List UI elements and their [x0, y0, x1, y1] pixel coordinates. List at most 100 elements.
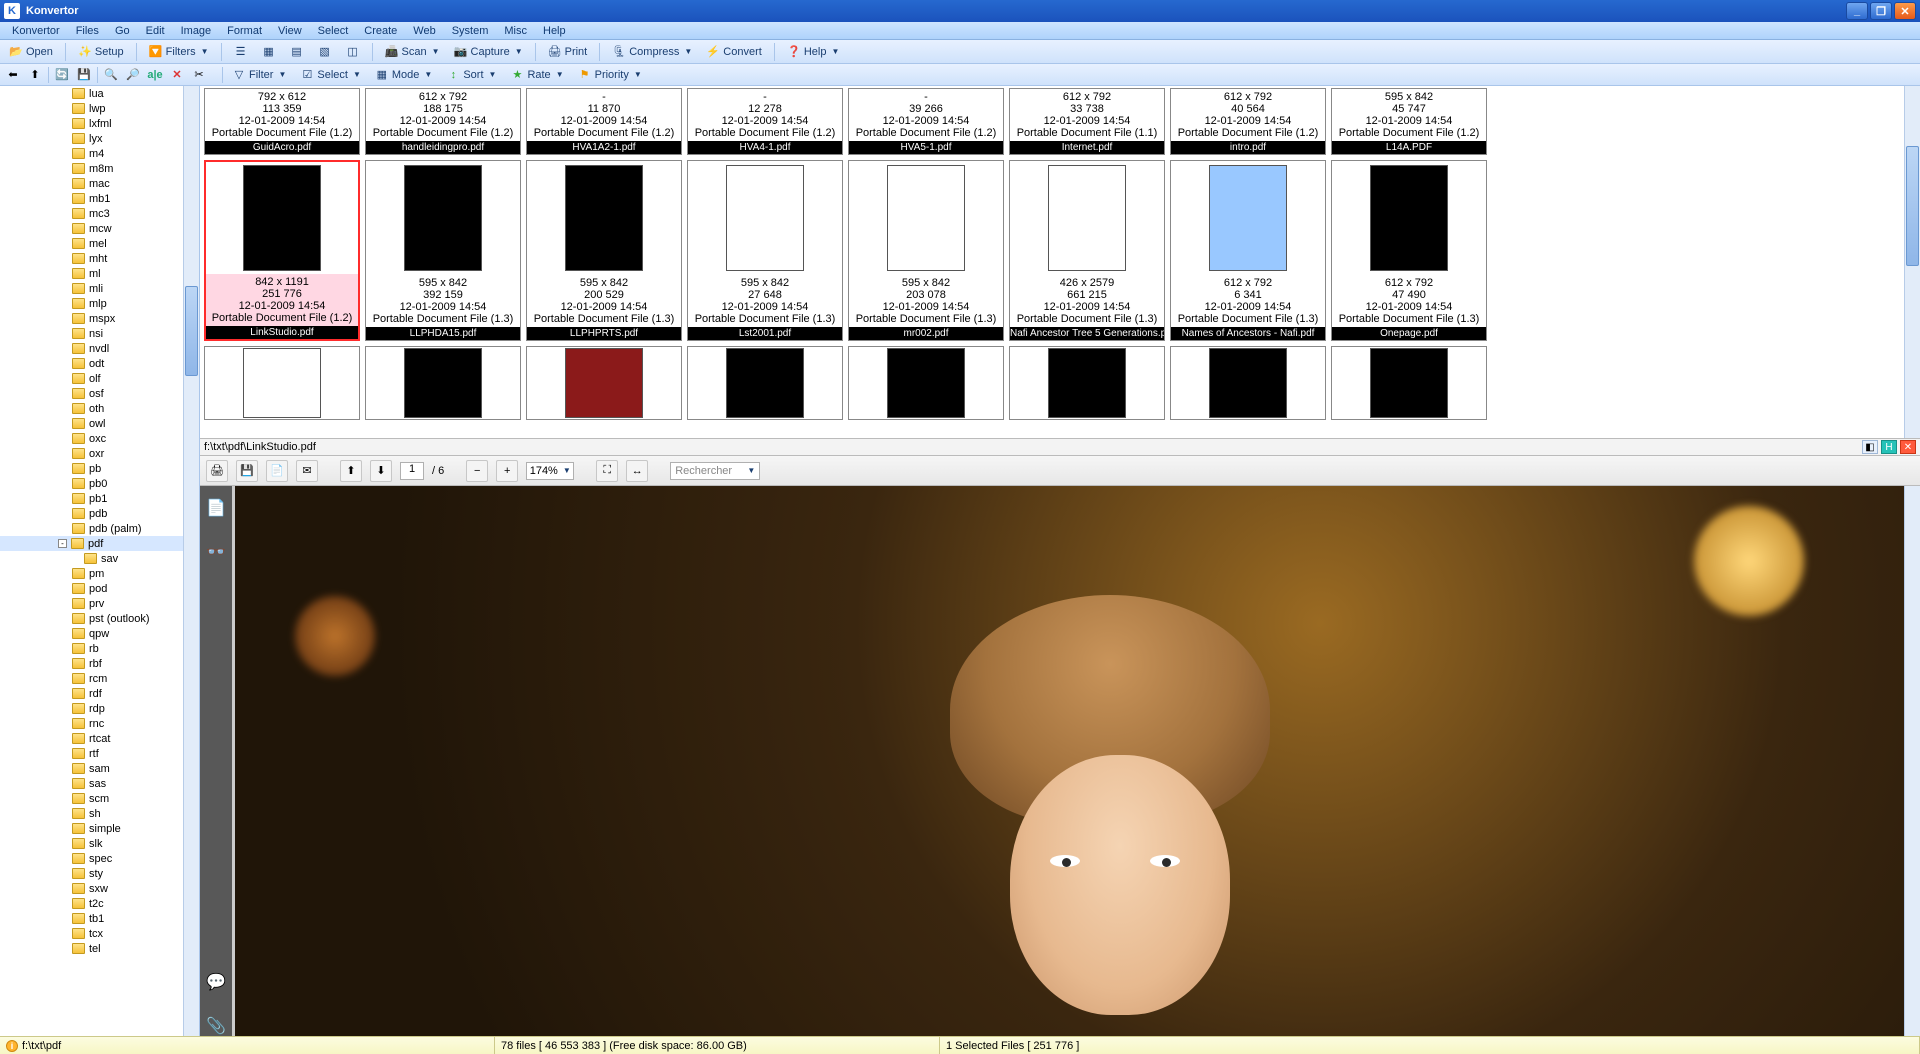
tree-item[interactable]: osf: [0, 386, 199, 401]
tree-item[interactable]: lwp: [0, 101, 199, 116]
tree-item[interactable]: mc3: [0, 206, 199, 221]
tree-item[interactable]: mlp: [0, 296, 199, 311]
sort-button[interactable]: ↕Sort▼: [441, 67, 501, 83]
tree-item[interactable]: pb0: [0, 476, 199, 491]
menu-create[interactable]: Create: [356, 24, 405, 38]
tree-item[interactable]: pb1: [0, 491, 199, 506]
tree-item[interactable]: prv: [0, 596, 199, 611]
thumbnail-card[interactable]: 842 x 1191251 77612-01-2009 14:54Portabl…: [204, 160, 360, 341]
tree-item[interactable]: sav: [0, 551, 199, 566]
priority-button[interactable]: ⚑Priority▼: [573, 67, 647, 83]
tree-item[interactable]: qpw: [0, 626, 199, 641]
pdf-page-view[interactable]: [235, 486, 1904, 1036]
thumbnail-card[interactable]: 595 x 842203 07812-01-2009 14:54Portable…: [848, 160, 1004, 341]
tree-item[interactable]: sas: [0, 776, 199, 791]
menu-image[interactable]: Image: [173, 24, 220, 38]
menu-format[interactable]: Format: [219, 24, 270, 38]
thumbnail-card[interactable]: [848, 346, 1004, 420]
tree-item[interactable]: pdb (palm): [0, 521, 199, 536]
tree-item[interactable]: tel: [0, 941, 199, 956]
dock-button[interactable]: ◧: [1862, 440, 1878, 454]
minimize-button[interactable]: _: [1846, 2, 1868, 20]
pdf-prev-button[interactable]: ⬆: [340, 460, 362, 482]
tree-item[interactable]: mli: [0, 281, 199, 296]
thumbnail-card[interactable]: 612 x 79240 56412-01-2009 14:54Portable …: [1170, 88, 1326, 155]
tree-item[interactable]: simple: [0, 821, 199, 836]
tree-item[interactable]: oth: [0, 401, 199, 416]
thumbnail-card[interactable]: [365, 346, 521, 420]
save-view-button[interactable]: H: [1881, 440, 1897, 454]
scan-button[interactable]: 📠Scan▼: [380, 44, 445, 60]
thumbnail-card[interactable]: [1170, 346, 1326, 420]
thumbnail-card[interactable]: 612 x 7926 34112-01-2009 14:54Portable D…: [1170, 160, 1326, 341]
view-list-button[interactable]: ☰: [229, 44, 253, 60]
tree-item[interactable]: oxr: [0, 446, 199, 461]
thumbnail-card[interactable]: -39 26612-01-2009 14:54Portable Document…: [848, 88, 1004, 155]
menu-misc[interactable]: Misc: [496, 24, 535, 38]
tree-item[interactable]: m8m: [0, 161, 199, 176]
close-panel-button[interactable]: ✕: [1900, 440, 1916, 454]
tree-item[interactable]: tb1: [0, 911, 199, 926]
menu-web[interactable]: Web: [405, 24, 443, 38]
pdf-print-button[interactable]: 🖨: [206, 460, 228, 482]
attachment-icon[interactable]: 📎: [206, 1016, 226, 1036]
pdf-zoom-select[interactable]: 174%▼: [526, 462, 574, 480]
tree-item[interactable]: odt: [0, 356, 199, 371]
pages-panel-icon[interactable]: 📄: [206, 498, 226, 518]
tree-scrollbar[interactable]: [183, 86, 199, 1036]
tree-item[interactable]: m4: [0, 146, 199, 161]
pdf-next-button[interactable]: ⬇: [370, 460, 392, 482]
tree-item[interactable]: oxc: [0, 431, 199, 446]
pdf-email-button[interactable]: ✉: [296, 460, 318, 482]
maximize-button[interactable]: ❐: [1870, 2, 1892, 20]
menu-edit[interactable]: Edit: [138, 24, 173, 38]
tree-item[interactable]: lxfml: [0, 116, 199, 131]
thumbnail-card[interactable]: 426 x 2579661 21512-01-2009 14:54Portabl…: [1009, 160, 1165, 341]
menu-files[interactable]: Files: [68, 24, 107, 38]
thumbnail-card[interactable]: [204, 346, 360, 420]
tree-item[interactable]: sty: [0, 866, 199, 881]
select-button[interactable]: ☑Select▼: [295, 67, 366, 83]
tree-item[interactable]: pm: [0, 566, 199, 581]
tree-item[interactable]: slk: [0, 836, 199, 851]
tree-item[interactable]: mb1: [0, 191, 199, 206]
tree-item[interactable]: ml: [0, 266, 199, 281]
nav-back-icon[interactable]: ⬅: [4, 67, 22, 83]
menu-system[interactable]: System: [444, 24, 497, 38]
close-button[interactable]: ✕: [1894, 2, 1916, 20]
filter-button[interactable]: ▽Filter▼: [227, 67, 291, 83]
tree-item[interactable]: mcw: [0, 221, 199, 236]
capture-button[interactable]: 📷Capture▼: [449, 44, 528, 60]
delete-icon[interactable]: ✕: [168, 67, 186, 83]
tree-item[interactable]: olf: [0, 371, 199, 386]
tree-item[interactable]: lua: [0, 86, 199, 101]
thumbnail-card[interactable]: 612 x 792188 17512-01-2009 14:54Portable…: [365, 88, 521, 155]
scrollbar-thumb[interactable]: [1906, 146, 1919, 266]
pdf-zoom-in-button[interactable]: +: [496, 460, 518, 482]
refresh-icon[interactable]: 🔄: [53, 67, 71, 83]
pdf-fitpage-button[interactable]: ⛶: [596, 460, 618, 482]
zoom-out-icon[interactable]: 🔎: [124, 67, 142, 83]
collapse-icon[interactable]: -: [58, 539, 67, 548]
filters-button[interactable]: 🔽Filters▼: [144, 44, 214, 60]
convert-button[interactable]: ⚡Convert: [701, 44, 767, 60]
menu-help[interactable]: Help: [535, 24, 574, 38]
floppy-icon[interactable]: 💾: [75, 67, 93, 83]
pdf-zoom-out-button[interactable]: −: [466, 460, 488, 482]
thumbnail-card[interactable]: -12 27812-01-2009 14:54Portable Document…: [687, 88, 843, 155]
thumbnail-card[interactable]: -11 87012-01-2009 14:54Portable Document…: [526, 88, 682, 155]
help-button[interactable]: ❓Help▼: [782, 44, 845, 60]
tree-item[interactable]: rdp: [0, 701, 199, 716]
setup-button[interactable]: ✨Setup: [73, 44, 129, 60]
tree-item[interactable]: mht: [0, 251, 199, 266]
comment-icon[interactable]: 💬: [206, 972, 226, 992]
tree-item[interactable]: pb: [0, 461, 199, 476]
thumbnail-card[interactable]: 792 x 612113 35912-01-2009 14:54Portable…: [204, 88, 360, 155]
thumbnail-card[interactable]: [526, 346, 682, 420]
tree-item[interactable]: -pdf: [0, 536, 199, 551]
menu-view[interactable]: View: [270, 24, 310, 38]
rate-button[interactable]: ★Rate▼: [505, 67, 568, 83]
tree-item[interactable]: rbf: [0, 656, 199, 671]
crop-icon[interactable]: ✂: [190, 67, 208, 83]
compress-button[interactable]: 🗜Compress▼: [607, 44, 697, 60]
